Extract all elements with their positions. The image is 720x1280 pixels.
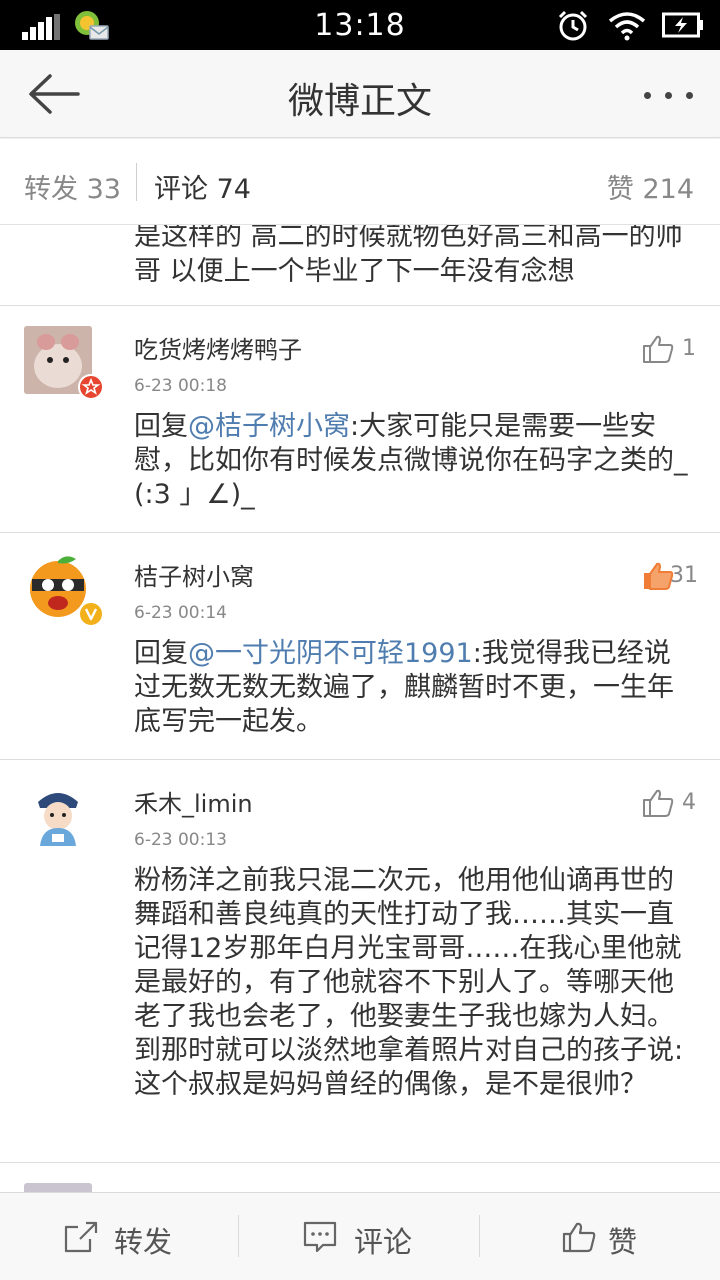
member-badge-icon <box>78 374 104 400</box>
like-icon[interactable] <box>642 334 674 364</box>
comment-text: 回复@桔子树小窝:大家可能只是需要一些安慰，比如你有时候发点微博说你在码字之类的… <box>134 410 694 512</box>
bottom-toolbar: 转发 评论 赞 <box>0 1192 720 1280</box>
alarm-icon <box>556 9 590 43</box>
thumbs-up-icon <box>562 1221 596 1253</box>
repost-icon <box>64 1221 98 1253</box>
comment-item[interactable]: 吃货烤烤烤鸭子 6-23 00:18 回复@桔子树小窝:大家可能只是需要一些安慰… <box>0 305 720 532</box>
avatar[interactable] <box>24 780 92 848</box>
avatar[interactable] <box>24 1183 92 1192</box>
comment-item[interactable]: 桔子树小窝 6-23 00:14 回复@一寸光阴不可轻1991:我觉得我已经说过… <box>0 532 720 759</box>
more-options-icon[interactable] <box>642 80 696 108</box>
verified-v-badge-icon <box>78 601 104 627</box>
commenter-name[interactable]: 桔子树小窝 <box>134 557 254 592</box>
repost-label: 转发 <box>114 1225 173 1259</box>
reply-prefix: 回复 <box>134 638 188 669</box>
comment-time: 6-23 00:14 <box>134 603 227 623</box>
like-label: 赞 <box>608 1225 638 1259</box>
comment-tabs: 转发 33 评论 74 赞 214 <box>0 139 720 225</box>
like-count: 4 <box>682 790 696 815</box>
comment-text: 回复@一寸光阴不可轻1991:我觉得我已经说过无数无数无数遍了，麒麟暂时不更，一… <box>134 637 694 739</box>
partial-comment-text: 是这样的 高二的时候就物色好高三和高一的帅哥 以便上一个毕业了下一年没有念想 <box>134 225 683 287</box>
comment-item[interactable]: 禾木_limin 6-23 00:13 粉杨洋之前我只混二次元，他用他仙谪再世的… <box>0 759 720 1162</box>
comment-icon <box>303 1221 337 1253</box>
like-button[interactable]: 赞 <box>480 1193 720 1280</box>
mention-link[interactable]: @桔子树小窝 <box>188 411 350 442</box>
like-count: 31 <box>670 563 698 588</box>
page-title: 微博正文 <box>287 81 432 122</box>
wifi-icon <box>608 11 646 41</box>
comment-text: 粉杨洋之前我只混二次元，他用他仙谪再世的舞蹈和善良纯真的天性打动了我……其实一直… <box>134 865 684 1100</box>
comment-item-partial[interactable] <box>0 1162 720 1192</box>
like-count: 1 <box>682 336 696 361</box>
tab-repost[interactable]: 转发 33 <box>24 167 121 206</box>
tab-comments[interactable]: 评论 74 <box>154 167 251 206</box>
status-bar: 13:18 <box>0 0 720 50</box>
mention-link[interactable]: @一寸光阴不可轻1991 <box>188 638 473 669</box>
tab-divider <box>136 163 137 201</box>
comment-button[interactable]: 评论 <box>239 1193 479 1280</box>
comment-time: 6-23 00:13 <box>134 830 227 850</box>
tab-likes[interactable]: 赞 214 <box>607 167 694 206</box>
commenter-name[interactable]: 吃货烤烤烤鸭子 <box>134 330 302 365</box>
comment-label: 评论 <box>354 1225 413 1259</box>
comment-list: 是这样的 高二的时候就物色好高三和高一的帅哥 以便上一个毕业了下一年没有念想 吃… <box>0 225 720 1192</box>
battery-icon <box>662 12 704 38</box>
reply-prefix: 回复 <box>134 411 188 442</box>
like-icon[interactable] <box>642 788 674 818</box>
top-nav-bar: 微博正文 <box>0 50 720 138</box>
repost-button[interactable]: 转发 <box>0 1193 238 1280</box>
commenter-name[interactable]: 禾木_limin <box>134 784 253 819</box>
comment-time: 6-23 00:18 <box>134 376 227 396</box>
